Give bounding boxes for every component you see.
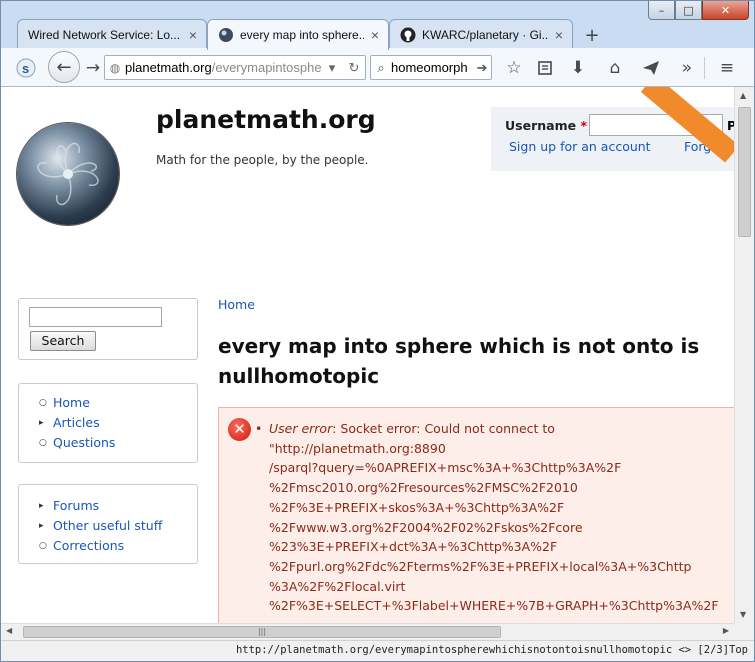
tab-title: KWARC/planetary · Gi... [422, 27, 548, 42]
horizontal-scroll-thumb[interactable]: ||| [23, 626, 501, 638]
send-icon[interactable] [638, 55, 664, 81]
expand-arrow-icon: ▸ [39, 501, 44, 511]
close-tab-icon[interactable]: × [552, 27, 566, 43]
error-line: %2Fwww.w3.org%2F2004%2F02%2Fskos%2Fcore [269, 519, 583, 535]
error-line: %2F%3E+SELECT+%3Flabel+WHERE+%7B+GRAPH+%… [269, 598, 719, 614]
url-bar[interactable]: ◍ planetmath.org /everymapintosphere ▾ ↻ [104, 55, 366, 80]
menu-item-label: Articles [53, 415, 100, 430]
planetmath-favicon-icon [219, 28, 233, 42]
url-path: /everymapintosphere [211, 60, 321, 75]
error-text: • User error: Socket error: Could not con… [255, 419, 734, 616]
svg-text:s: s [22, 61, 29, 76]
download-icon[interactable]: ⬇ [565, 55, 591, 81]
sync-icon[interactable]: s [13, 55, 39, 81]
page-title: every map into sphere which is not onto … [218, 334, 700, 388]
reload-icon[interactable]: ↻ [343, 60, 365, 76]
nav-bar: s ← → ◍ planetmath.org /everymapintosphe… [1, 48, 754, 87]
error-line: %2Fmsc2010.org%2Fresources%2FMSC%2F2010 [269, 480, 578, 496]
new-tab-button[interactable]: + [579, 25, 605, 47]
site-slogan: Math for the people, by the people. [156, 153, 369, 167]
search-button[interactable]: Search [30, 331, 96, 351]
scroll-down-icon[interactable]: ▼ [740, 610, 746, 619]
menu-item-label: Forums [53, 498, 100, 513]
error-line: %2Fpurl.org%2Fdc%2Fterms%2F%3E+PREFIX+lo… [269, 558, 692, 574]
toolbar-separator [704, 57, 705, 79]
github-icon [400, 27, 416, 42]
status-bar: http://planetmath.org/everymapintosphere… [1, 640, 754, 661]
bullet-icon: ○ [39, 541, 47, 551]
error-first-line: : Socket error: Could not connect to [332, 421, 555, 436]
globe-icon: ◍ [109, 60, 121, 75]
search-icon: ⌕ [377, 59, 385, 75]
dropdown-icon[interactable]: ▾ [321, 60, 343, 76]
error-line: %3A%2F%2Flocal.virt [269, 578, 406, 594]
error-message: ✕ • User error: Socket error: Could not c… [218, 407, 734, 623]
tab-every-map[interactable]: every map into sphere... × [207, 19, 389, 50]
secondary-menu-block: ▸ Forums ▸ Other useful stuff ○ Corrections [18, 484, 198, 564]
breadcrumb[interactable]: Home [218, 297, 255, 312]
menu-item-label: Questions [53, 435, 116, 450]
page-viewport: planetmath.org Math for the people, by t… [1, 87, 734, 623]
menu-item-questions[interactable]: ○ Questions [39, 433, 115, 453]
menu-item-forums[interactable]: ▸ Forums [39, 496, 162, 516]
browser-window: – □ ✕ Wired Network Service: Lo... × eve… [0, 0, 755, 662]
planetmath-logo[interactable] [17, 123, 119, 225]
error-line: "http://planetmath.org:8890 [269, 440, 446, 456]
username-label-text: Username [505, 118, 577, 133]
home-icon[interactable]: ⌂ [602, 55, 628, 81]
menu-item-other-useful-stuff[interactable]: ▸ Other useful stuff [39, 516, 162, 536]
username-label: Username * [505, 118, 587, 133]
bookmark-star-icon[interactable]: ☆ [501, 55, 527, 81]
site-name[interactable]: planetmath.org [156, 105, 376, 134]
bullet-icon: ○ [39, 398, 47, 408]
scroll-up-icon[interactable]: ▲ [740, 91, 746, 100]
site-search-input[interactable] [29, 307, 162, 327]
tab-wired-network[interactable]: Wired Network Service: Lo... × [17, 19, 207, 49]
password-label: P [727, 118, 734, 133]
menu-item-label: Other useful stuff [53, 518, 163, 533]
reading-list-icon[interactable] [532, 55, 558, 81]
signup-link[interactable]: Sign up for an account [509, 139, 651, 154]
bullet-icon: • [255, 421, 263, 436]
expand-arrow-icon: ▸ [39, 418, 44, 428]
menu-item-corrections[interactable]: ○ Corrections [39, 536, 162, 556]
bullet-icon: ○ [39, 438, 47, 448]
search-go-icon[interactable]: ➔ [473, 60, 491, 76]
close-tab-icon[interactable]: × [368, 27, 382, 43]
error-line: %2F%3E+PREFIX+skos%3A+%3Chttp%3A%2F [269, 499, 565, 515]
tab-bar: Wired Network Service: Lo... × every map… [1, 17, 754, 50]
url-host: planetmath.org [125, 60, 212, 75]
menu-item-home[interactable]: ○ Home [39, 393, 115, 413]
back-button[interactable]: ← [48, 51, 80, 83]
hamburger-menu-icon[interactable]: ≡ [714, 55, 740, 81]
search-input[interactable]: homeomorph [391, 60, 473, 75]
error-icon: ✕ [228, 418, 251, 441]
required-mark: * [580, 118, 587, 133]
vertical-scrollbar[interactable]: ▲ ▼ [734, 87, 754, 623]
status-text: http://planetmath.org/everymapintosphere… [235, 644, 748, 656]
menu-item-articles[interactable]: ▸ Articles [39, 413, 115, 433]
close-tab-icon[interactable]: × [186, 27, 200, 43]
main-menu-block: ○ Home ▸ Articles ○ Questions [18, 383, 198, 463]
scrollbar-corner [734, 623, 754, 640]
vertical-scroll-thumb[interactable] [738, 107, 751, 237]
horizontal-scrollbar[interactable]: ◀ ||| ▶ [1, 623, 734, 640]
menu-item-label: Corrections [53, 538, 125, 553]
error-line: %23%3E+PREFIX+dct%3A+%3Chttp%3A%2F [269, 539, 558, 555]
tab-kwarc-planetary[interactable]: KWARC/planetary · Gi... × [389, 19, 573, 49]
expand-arrow-icon: ▸ [39, 521, 44, 531]
scroll-right-icon[interactable]: ▶ [723, 626, 729, 635]
search-block: Search [18, 298, 198, 360]
forward-button[interactable]: → [80, 55, 106, 81]
overflow-chevron-icon[interactable]: » [674, 55, 700, 81]
menu-item-label: Home [53, 395, 90, 410]
error-label: User error [269, 421, 333, 436]
scroll-left-icon[interactable]: ◀ [6, 626, 12, 635]
search-bar[interactable]: ⌕ homeomorph ➔ [370, 55, 492, 80]
tab-title: Wired Network Service: Lo... [28, 27, 181, 42]
tab-title: every map into sphere... [240, 28, 364, 42]
error-line: /sparql?query=%0APREFIX+msc%3A+%3Chttp%3… [269, 460, 622, 476]
